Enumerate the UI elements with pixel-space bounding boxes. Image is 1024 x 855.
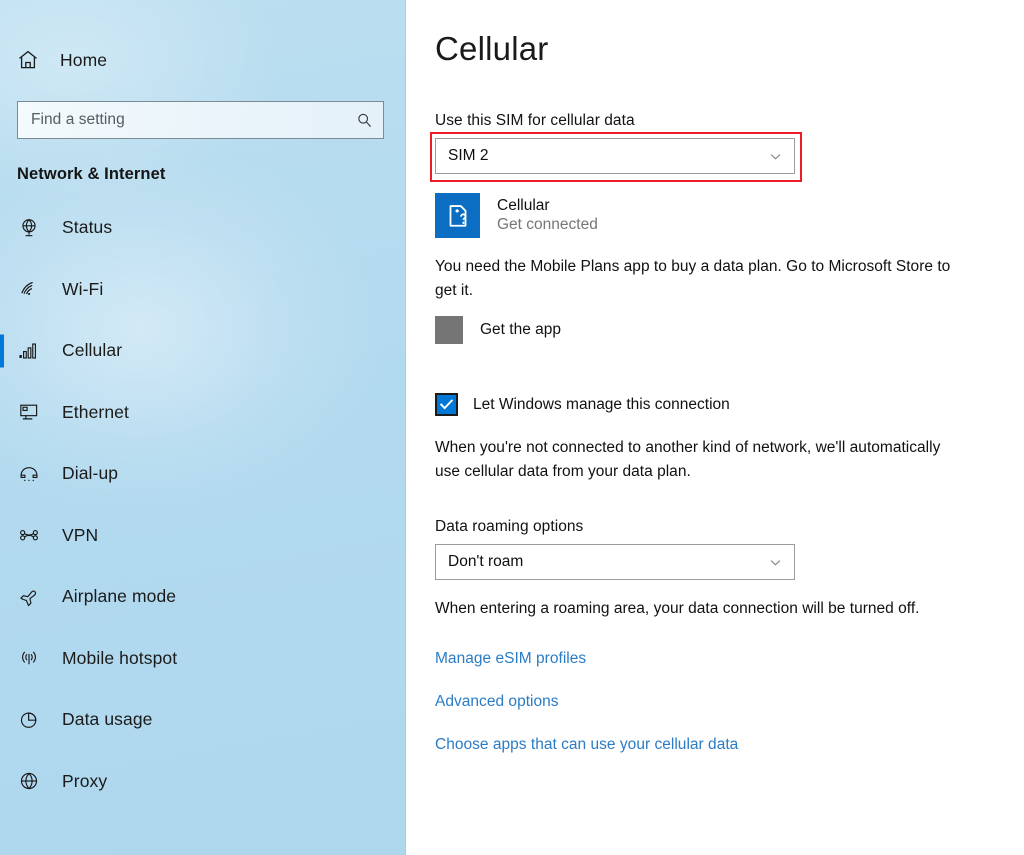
sidebar-item-label: Dial-up [62, 463, 118, 484]
link-advanced-options[interactable]: Advanced options [435, 693, 559, 711]
page-title: Cellular [435, 30, 1024, 68]
sidebar-nav: Status Wi-Fi [0, 197, 405, 812]
vpn-icon [16, 522, 42, 548]
sidebar-item-label: Data usage [62, 709, 153, 730]
sidebar-item-label: Ethernet [62, 402, 129, 423]
phone-handset-icon [16, 461, 42, 487]
roaming-selector-wrap: Don't roam [435, 544, 795, 580]
sidebar-item-dialup[interactable]: Dial-up [0, 443, 405, 505]
hotspot-icon [16, 645, 42, 671]
cellular-status-text: Cellular Get connected [497, 197, 598, 234]
mobile-plans-description: You need the Mobile Plans app to buy a d… [435, 255, 967, 303]
sidebar-item-label: Cellular [62, 340, 122, 361]
sidebar-item-mobile-hotspot[interactable]: Mobile hotspot [0, 628, 405, 690]
let-windows-manage-label: Let Windows manage this connection [473, 396, 730, 414]
search-icon [355, 111, 373, 129]
sidebar-item-cellular[interactable]: Cellular [0, 320, 405, 382]
sidebar-item-label: Airplane mode [62, 586, 176, 607]
chevron-down-icon [767, 554, 783, 570]
globe-icon [16, 768, 42, 794]
sidebar-item-label: Wi-Fi [62, 279, 103, 300]
search-input[interactable]: Find a setting [17, 101, 384, 139]
settings-window: Home Find a setting Network & Internet [0, 0, 1024, 855]
sim-selector-wrap: SIM 2 [435, 138, 795, 174]
sidebar-item-label: VPN [62, 525, 98, 546]
sim-selector-value: SIM 2 [448, 147, 488, 165]
link-choose-apps-cellular-data[interactable]: Choose apps that can use your cellular d… [435, 736, 738, 754]
cellular-status-name: Cellular [497, 197, 598, 215]
get-the-app-label: Get the app [480, 321, 561, 339]
sidebar-item-proxy[interactable]: Proxy [0, 751, 405, 813]
monitor-ethernet-icon [16, 399, 42, 425]
sidebar-item-data-usage[interactable]: Data usage [0, 689, 405, 751]
sidebar-item-ethernet[interactable]: Ethernet [0, 382, 405, 444]
links-group: Manage eSIM profiles Advanced options Ch… [435, 650, 1024, 754]
sidebar-item-airplane-mode[interactable]: Airplane mode [0, 566, 405, 628]
sim-card-question-icon [435, 193, 480, 238]
sidebar: Home Find a setting Network & Internet [0, 0, 406, 855]
link-manage-esim-profiles[interactable]: Manage eSIM profiles [435, 650, 586, 668]
sidebar-item-home[interactable]: Home [16, 40, 216, 80]
sim-selector-dropdown[interactable]: SIM 2 [435, 138, 795, 174]
search-placeholder: Find a setting [31, 111, 125, 129]
cellular-status-sub: Get connected [497, 216, 598, 234]
sidebar-item-label: Proxy [62, 771, 107, 792]
get-the-app-button[interactable]: Get the app [435, 316, 1024, 344]
roaming-label: Data roaming options [435, 518, 1024, 536]
roaming-dropdown[interactable]: Don't roam [435, 544, 795, 580]
sidebar-item-vpn[interactable]: VPN [0, 505, 405, 567]
sidebar-section-header: Network & Internet [17, 165, 405, 184]
sim-selector-label: Use this SIM for cellular data [435, 112, 1024, 130]
pie-chart-icon [16, 707, 42, 733]
globe-status-icon [16, 215, 42, 241]
roaming-description: When entering a roaming area, your data … [435, 597, 967, 621]
sidebar-home-label: Home [60, 50, 107, 71]
cellular-status-row: Cellular Get connected [435, 193, 1024, 238]
sidebar-item-label: Mobile hotspot [62, 648, 177, 669]
signal-bars-icon [16, 338, 42, 364]
sidebar-item-wifi[interactable]: Wi-Fi [0, 259, 405, 321]
wifi-icon [16, 276, 42, 302]
home-icon [16, 48, 40, 72]
sidebar-item-status[interactable]: Status [0, 197, 405, 259]
main-content: Cellular Use this SIM for cellular data … [406, 0, 1024, 855]
chevron-down-icon [767, 148, 783, 164]
app-placeholder-icon [435, 316, 463, 344]
sidebar-item-label: Status [62, 217, 112, 238]
manage-connection-description: When you're not connected to another kin… [435, 436, 967, 484]
airplane-icon [16, 584, 42, 610]
let-windows-manage-checkbox[interactable] [435, 393, 458, 416]
let-windows-manage-checkbox-row[interactable]: Let Windows manage this connection [435, 393, 1024, 416]
roaming-value: Don't roam [448, 553, 523, 571]
